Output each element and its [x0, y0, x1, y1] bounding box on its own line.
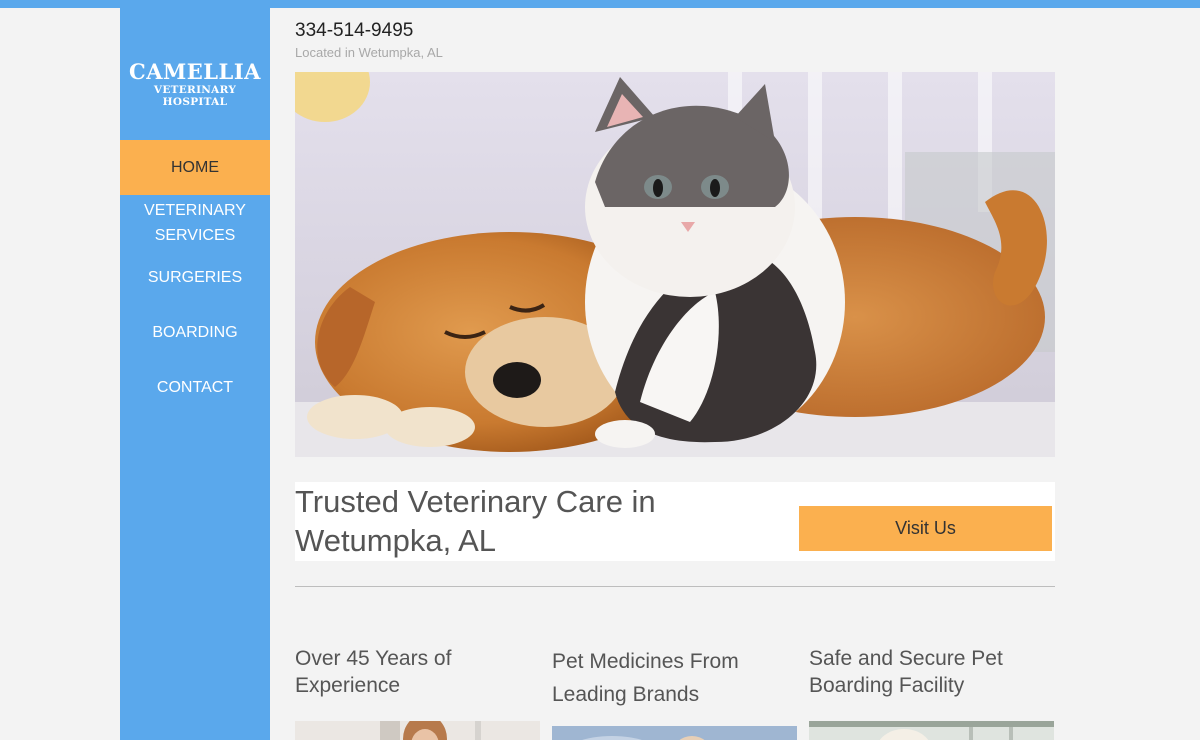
nav-item-contact[interactable]: CONTACT [120, 360, 270, 415]
feature-image-boarding [809, 721, 1054, 740]
nav-item-veterinary-services[interactable]: VETERINARY SERVICES [120, 195, 270, 250]
hero-image [295, 72, 1055, 457]
feature-title: Safe and Secure Pet Boarding Facility [809, 647, 1003, 697]
cta-panel: Trusted Veterinary Care in Wetumpka, AL … [295, 482, 1055, 561]
logo-name: CAMELLIA [129, 59, 261, 84]
site-logo[interactable]: CAMELLIA VETERINARY HOSPITAL [120, 59, 270, 109]
location-text: Located in Wetumpka, AL [295, 45, 443, 60]
section-divider [295, 586, 1055, 587]
sidebar: CAMELLIA VETERINARY HOSPITAL HOME VETERI… [120, 8, 270, 740]
feature-title: Over 45 Years of Experience [295, 647, 452, 697]
top-accent-bar [0, 0, 1200, 8]
feature-title: Pet Medicines From Leading Brands [552, 650, 739, 706]
main-nav: HOME VETERINARY SERVICES SURGERIES BOARD… [120, 140, 270, 415]
feature-medicines: Pet Medicines From Leading Brands [552, 645, 797, 711]
nav-item-boarding[interactable]: BOARDING [120, 305, 270, 360]
visit-us-button[interactable]: Visit Us [799, 506, 1052, 551]
nav-item-surgeries[interactable]: SURGERIES [120, 250, 270, 305]
logo-subtitle: VETERINARY HOSPITAL [153, 84, 237, 108]
feature-boarding: Safe and Secure Pet Boarding Facility [809, 645, 1054, 699]
feature-image-medicines [552, 726, 797, 740]
cta-heading: Trusted Veterinary Care in Wetumpka, AL [295, 484, 656, 558]
nav-item-home[interactable]: HOME [120, 140, 270, 195]
feature-image-experience [295, 721, 540, 740]
phone-number[interactable]: 334-514-9495 [295, 20, 413, 42]
feature-experience: Over 45 Years of Experience [295, 645, 540, 699]
